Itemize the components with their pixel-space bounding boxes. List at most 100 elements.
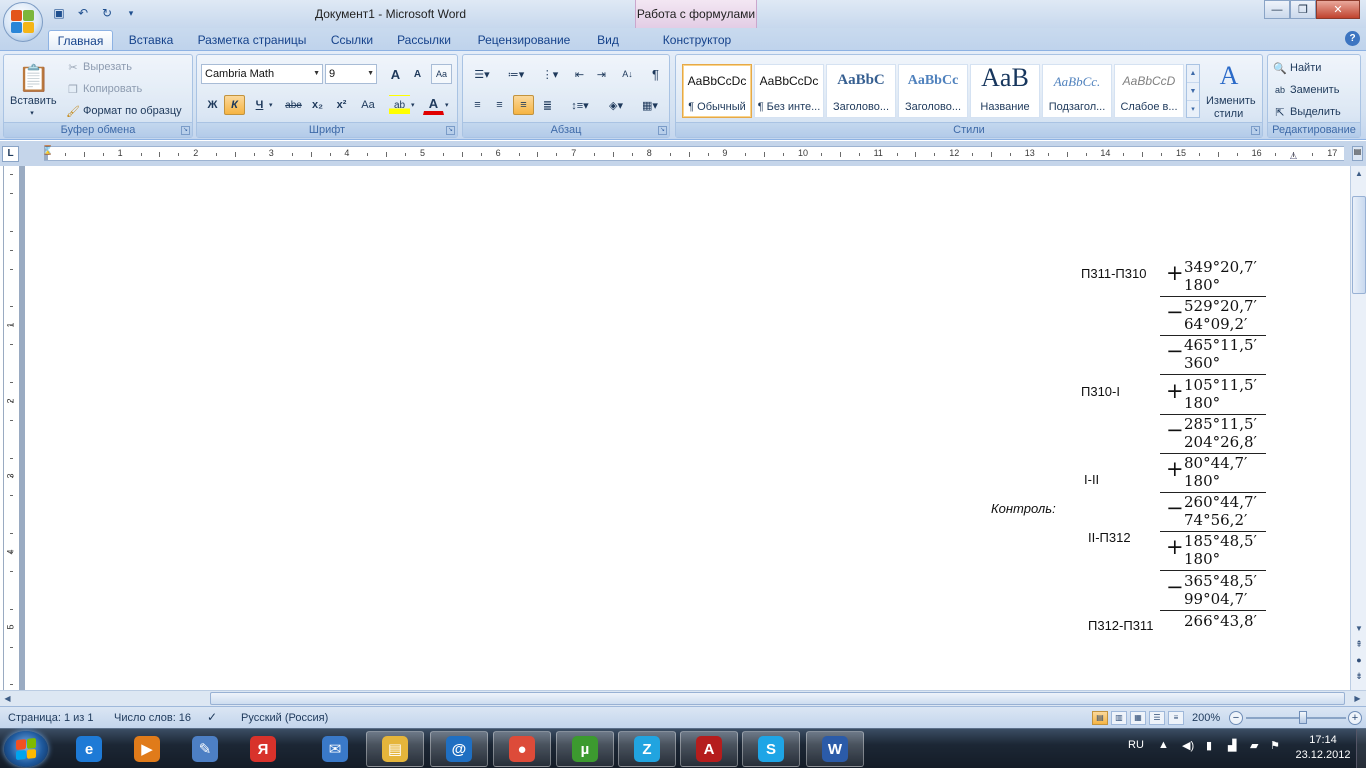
word-count[interactable]: Число слов: 16 bbox=[114, 712, 191, 724]
highlight-dropdown-icon[interactable]: ▾ bbox=[411, 101, 415, 109]
tray-app-icon[interactable]: ▮ bbox=[1206, 739, 1212, 752]
zoom-level[interactable]: 200% bbox=[1192, 712, 1220, 724]
taskbar-explorer-button[interactable]: ▤ bbox=[366, 731, 424, 767]
gallery-more-icon[interactable]: ▾ bbox=[1187, 101, 1199, 119]
taskbar-yandex-button[interactable]: Я bbox=[234, 731, 292, 767]
horizontal-scroll-thumb[interactable] bbox=[210, 692, 1345, 705]
font-color-button[interactable]: A bbox=[423, 95, 444, 115]
full-screen-reading-icon[interactable]: ▥ bbox=[1111, 711, 1127, 725]
tab-review[interactable]: Рецензирование bbox=[468, 30, 580, 50]
help-icon[interactable]: ? bbox=[1345, 31, 1360, 46]
change-case-button[interactable]: Aa bbox=[355, 95, 381, 115]
action-center-icon[interactable]: ⚑ bbox=[1270, 739, 1280, 752]
first-line-indent-marker[interactable]: ⌛ bbox=[42, 145, 53, 156]
taskbar-mail-agent-button[interactable]: @ bbox=[430, 731, 488, 767]
shrink-font-button[interactable]: A bbox=[407, 64, 428, 84]
right-indent-marker[interactable]: △ bbox=[1290, 150, 1297, 161]
align-center-icon[interactable]: ≡ bbox=[489, 95, 510, 115]
scroll-up-icon[interactable]: ▲ bbox=[1352, 166, 1366, 181]
copy-button[interactable]: Копировать bbox=[83, 83, 142, 95]
style-no-spacing[interactable]: AaBbCcDc ¶ Без инте... bbox=[754, 64, 824, 118]
font-name-dropdown-icon[interactable]: ▼ bbox=[313, 70, 320, 77]
taskbar-paint-button[interactable]: ✎ bbox=[176, 731, 234, 767]
browse-object-icon[interactable]: ● bbox=[1353, 654, 1365, 667]
network-icon[interactable]: ▟ bbox=[1228, 739, 1236, 752]
gallery-up-icon[interactable]: ▲ bbox=[1187, 65, 1199, 83]
change-styles-label-2[interactable]: стили bbox=[1214, 108, 1243, 120]
undo-icon[interactable]: ↶ bbox=[74, 4, 92, 22]
redo-icon[interactable]: ↻ bbox=[98, 4, 116, 22]
tab-references[interactable]: Ссылки bbox=[322, 30, 382, 50]
shading-icon[interactable]: ◈▾ bbox=[601, 95, 631, 115]
outline-view-icon[interactable]: ☰ bbox=[1149, 711, 1165, 725]
replace-button[interactable]: Заменить bbox=[1290, 84, 1339, 96]
next-page-icon[interactable]: ⇟ bbox=[1353, 670, 1365, 683]
multilevel-list-icon[interactable]: ⋮▾ bbox=[535, 64, 565, 84]
paste-dropdown-icon[interactable]: ▾ bbox=[10, 109, 54, 117]
paste-icon[interactable]: 📋 bbox=[14, 59, 54, 97]
styles-gallery-scroll[interactable]: ▲ ▼ ▾ bbox=[1186, 64, 1200, 118]
minimize-button[interactable]: — bbox=[1264, 0, 1290, 19]
volume-icon[interactable]: ◀) bbox=[1182, 739, 1194, 752]
document-page[interactable]: П311-П310 П310-I I-II II-П312 П312-П311 … bbox=[25, 166, 1350, 690]
view-ruler-icon[interactable]: ▤ bbox=[1352, 146, 1363, 161]
format-painter-button[interactable]: Формат по образцу bbox=[83, 105, 182, 117]
style-normal[interactable]: AaBbCcDc ¶ Обычный bbox=[682, 64, 752, 118]
taskbar-mail-button[interactable]: ✉ bbox=[306, 731, 364, 767]
decrease-indent-icon[interactable]: ⇤ bbox=[569, 64, 590, 84]
paste-button[interactable]: Вставить bbox=[10, 95, 57, 107]
draft-view-icon[interactable]: ≡ bbox=[1168, 711, 1184, 725]
qat-dropdown-icon[interactable]: ▾ bbox=[122, 4, 140, 22]
increase-indent-icon[interactable]: ⇥ bbox=[591, 64, 612, 84]
grow-font-button[interactable]: A bbox=[385, 64, 406, 84]
strikethrough-button[interactable]: abe bbox=[283, 95, 304, 115]
align-left-icon[interactable]: ≡ bbox=[467, 95, 488, 115]
font-launcher-icon[interactable]: ↘ bbox=[446, 126, 455, 135]
tray-expand-icon[interactable]: ▲ bbox=[1158, 739, 1169, 751]
tab-insert[interactable]: Вставка bbox=[120, 30, 182, 50]
taskbar-word-button[interactable]: W bbox=[806, 731, 864, 767]
zoom-in-button[interactable]: + bbox=[1348, 711, 1362, 725]
tab-design[interactable]: Конструктор bbox=[648, 30, 746, 50]
taskbar-utorrent-button[interactable]: µ bbox=[556, 731, 614, 767]
select-button[interactable]: Выделить bbox=[1290, 106, 1341, 118]
clock[interactable]: 17:14 23.12.2012 bbox=[1290, 733, 1356, 763]
font-color-dropdown-icon[interactable]: ▾ bbox=[445, 101, 449, 109]
zoom-out-button[interactable]: − bbox=[1229, 711, 1243, 725]
styles-launcher-icon[interactable]: ↘ bbox=[1251, 126, 1260, 135]
style-heading-1[interactable]: AaBbC Заголово... bbox=[826, 64, 896, 118]
bullets-icon[interactable]: ☰▾ bbox=[467, 64, 497, 84]
tab-mailings[interactable]: Рассылки bbox=[390, 30, 458, 50]
vertical-ruler[interactable]: 12345 bbox=[3, 166, 20, 690]
paragraph-launcher-icon[interactable]: ↘ bbox=[658, 126, 667, 135]
font-size-combo[interactable]: 9 ▼ bbox=[325, 64, 377, 84]
find-button[interactable]: Найти bbox=[1290, 62, 1321, 74]
zoom-slider-track[interactable] bbox=[1246, 717, 1346, 719]
save-icon[interactable]: ▣ bbox=[50, 4, 68, 22]
underline-button[interactable]: Ч bbox=[249, 95, 270, 115]
style-title[interactable]: AaB Название bbox=[970, 63, 1040, 118]
underline-dropdown-icon[interactable]: ▾ bbox=[269, 101, 273, 109]
taskbar-ie-button[interactable]: e bbox=[60, 731, 118, 767]
vertical-scroll-thumb[interactable] bbox=[1352, 196, 1366, 294]
show-desktop-button[interactable] bbox=[1356, 729, 1366, 768]
language-bar[interactable]: RU bbox=[1128, 739, 1144, 751]
horizontal-ruler[interactable]: 1 2 3 4 5 6 7 8 9 10 11 12 13 14 15 16 17 ⌛ △ bbox=[42, 145, 1344, 161]
font-size-dropdown-icon[interactable]: ▼ bbox=[367, 70, 374, 77]
taskbar-acrobat-button[interactable]: A bbox=[680, 731, 738, 767]
align-right-icon[interactable]: ≡ bbox=[513, 95, 534, 115]
superscript-button[interactable]: x² bbox=[331, 95, 352, 115]
clear-formatting-icon[interactable]: Aa bbox=[431, 64, 452, 84]
close-button[interactable]: ✕ bbox=[1316, 0, 1360, 19]
taskbar-chrome-button[interactable]: ● bbox=[493, 731, 551, 767]
style-subtle-emphasis[interactable]: AaBbCcD Слабое в... bbox=[1114, 64, 1184, 118]
vertical-scrollbar[interactable]: ▲ ▼ ⇞ ● ⇟ bbox=[1350, 166, 1366, 690]
justify-icon[interactable]: ≣ bbox=[537, 95, 558, 115]
show-marks-icon[interactable]: ¶ bbox=[645, 64, 666, 84]
horizontal-scrollbar[interactable]: ◀ ▶ bbox=[0, 690, 1366, 706]
clipboard-launcher-icon[interactable]: ↘ bbox=[181, 126, 190, 135]
highlight-button[interactable]: ab bbox=[389, 95, 410, 115]
line-spacing-icon[interactable]: ↕≡▾ bbox=[565, 95, 595, 115]
scroll-right-icon[interactable]: ▶ bbox=[1350, 691, 1365, 706]
tab-selector-button[interactable]: L bbox=[2, 146, 19, 162]
